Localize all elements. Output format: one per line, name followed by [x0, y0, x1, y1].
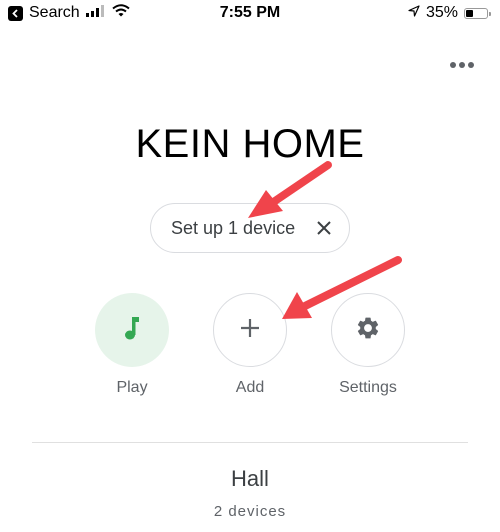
battery-tip — [489, 11, 491, 16]
plus-icon — [239, 317, 261, 344]
status-bar: Search 7:55 PM 35% — [0, 0, 500, 28]
annotation-arrow-to-add-button — [282, 256, 402, 319]
setup-device-chip[interactable]: Set up 1 device — [150, 203, 350, 253]
settings-button[interactable] — [331, 293, 405, 367]
play-label: Play — [116, 379, 148, 396]
gear-icon — [355, 315, 381, 346]
add-button[interactable] — [213, 293, 287, 367]
room-name[interactable]: Hall — [0, 466, 500, 492]
add-label: Add — [235, 379, 265, 396]
add-action: Add — [210, 293, 290, 397]
settings-action: Settings — [328, 293, 408, 397]
battery-percent: 35% — [425, 4, 458, 21]
more-dot — [459, 62, 465, 68]
settings-label: Settings — [339, 379, 397, 396]
section-divider — [32, 442, 468, 443]
more-dot — [450, 62, 456, 68]
location-arrow-icon — [408, 4, 420, 22]
play-button[interactable] — [95, 293, 169, 367]
home-title: KEIN HOME — [135, 122, 365, 166]
annotation-arrow-to-setup-chip — [248, 161, 332, 218]
more-options-button[interactable] — [448, 55, 476, 75]
close-icon[interactable] — [313, 217, 335, 239]
battery-icon — [464, 7, 491, 19]
room-device-count: 2 devices — [213, 503, 287, 520]
music-note-icon — [121, 315, 143, 346]
setup-chip-label: Set up 1 device — [171, 217, 296, 238]
battery-level-fill — [466, 9, 473, 17]
more-dot — [468, 62, 474, 68]
play-action: Play — [92, 293, 172, 397]
